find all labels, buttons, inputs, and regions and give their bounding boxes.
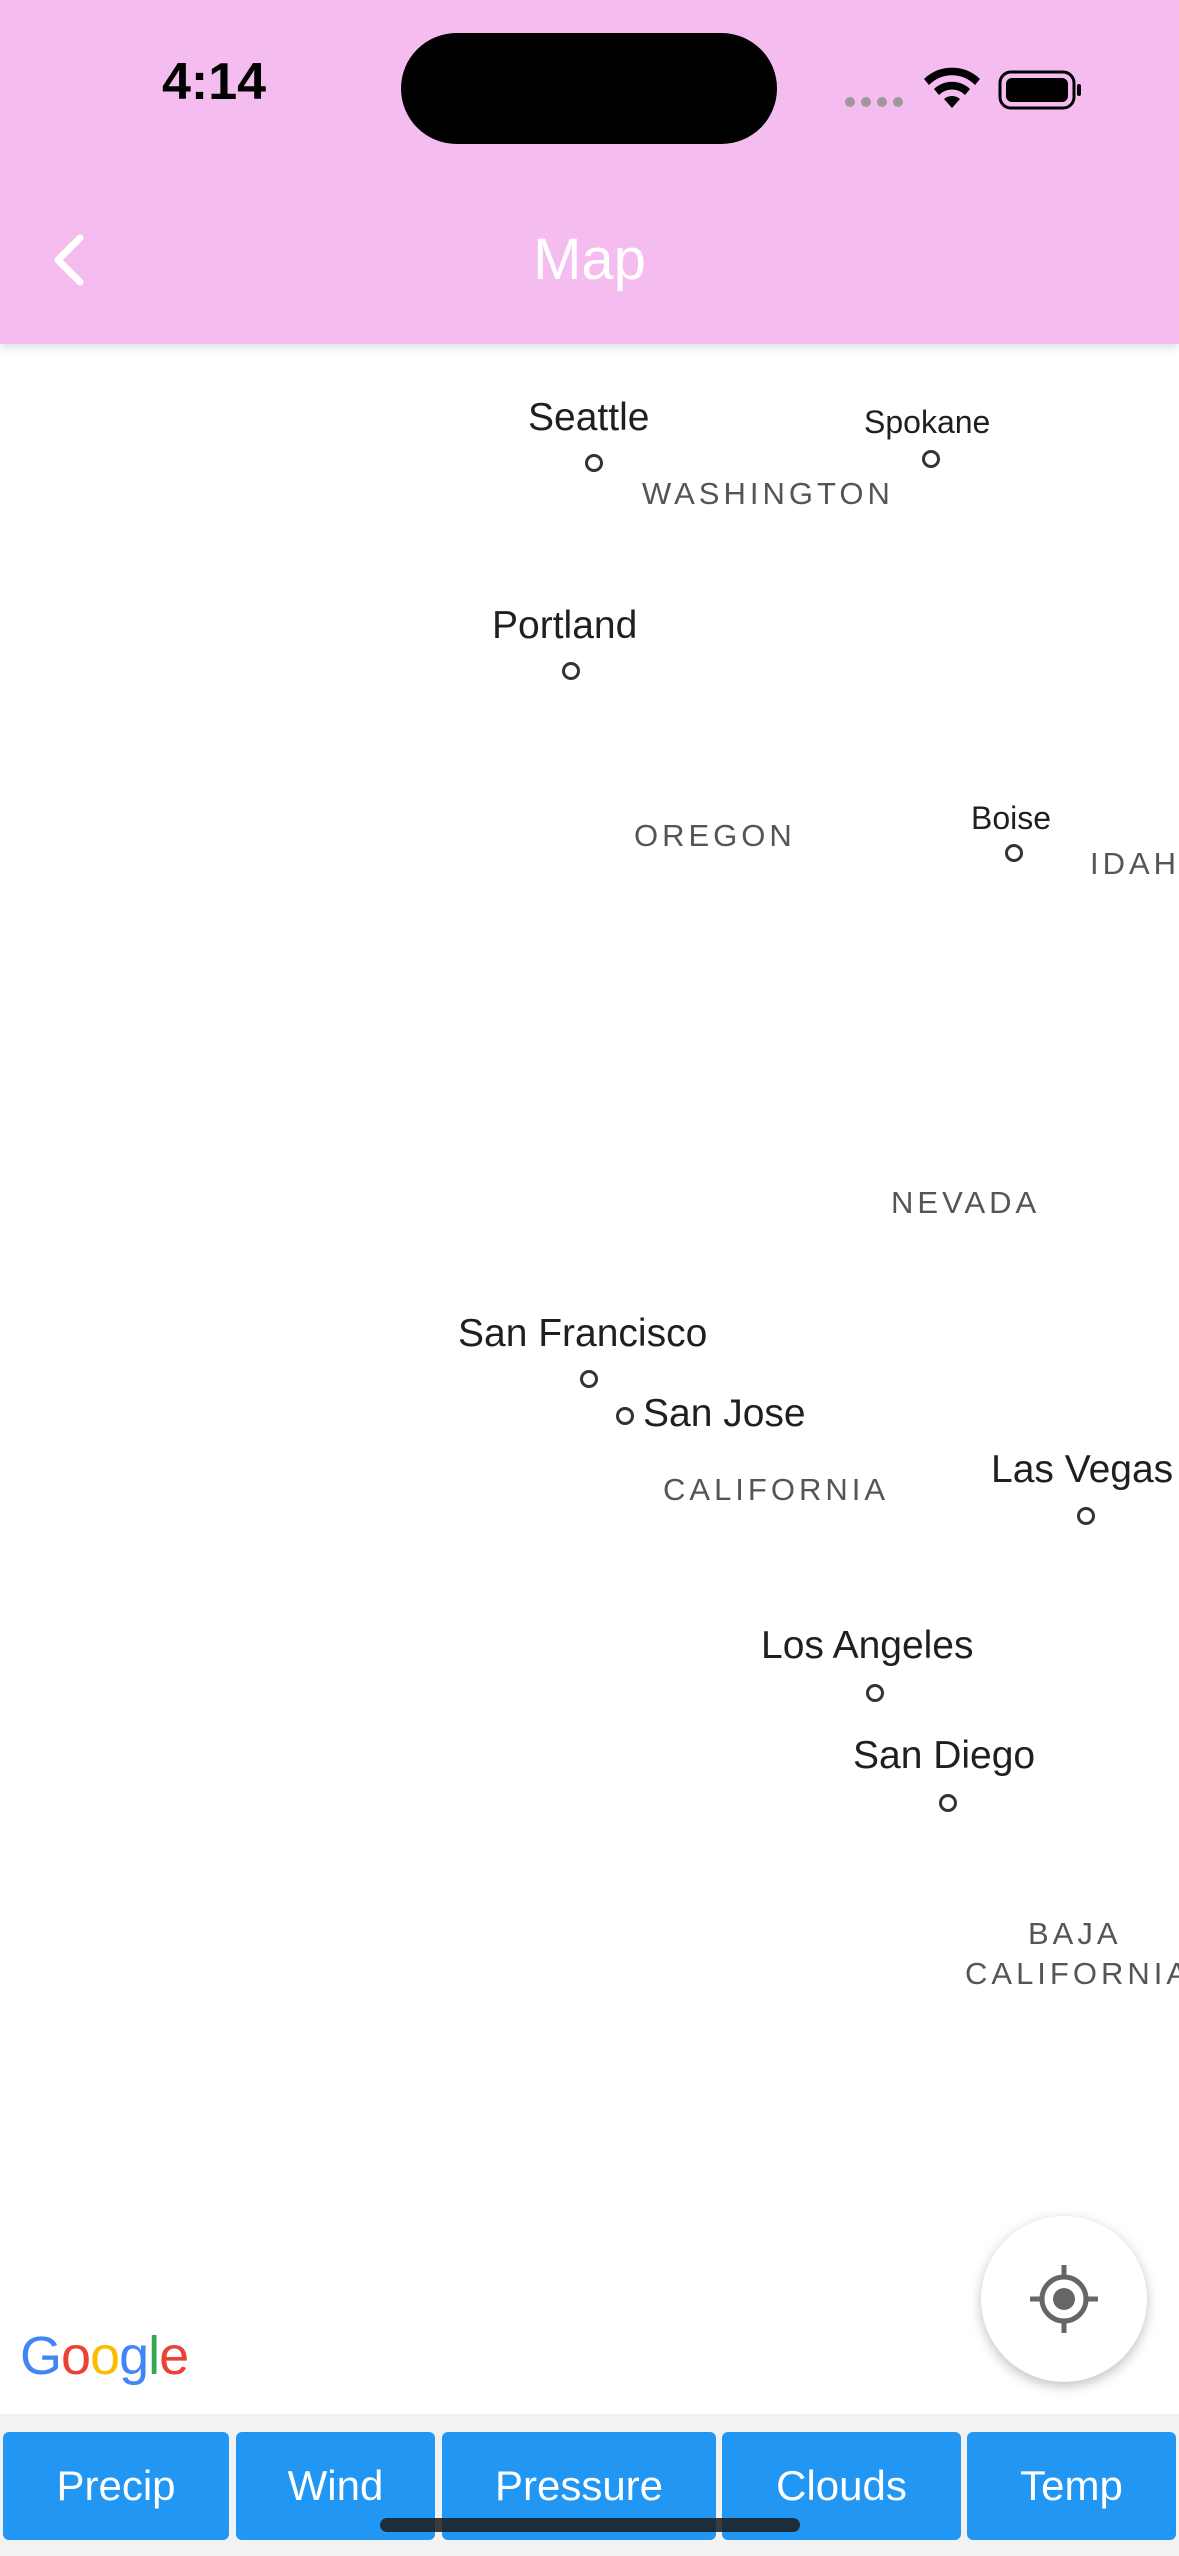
battery-icon	[998, 70, 1081, 110]
city-marker-portland	[562, 662, 580, 680]
city-label-boise: Boise	[971, 800, 1052, 836]
state-label-nevada: NEVADA	[891, 1185, 1041, 1220]
city-label-spokane: Spokane	[864, 404, 991, 440]
home-indicator	[380, 2518, 800, 2532]
city-label-san-diego: San Diego	[853, 1734, 1036, 1777]
city-marker-las-vegas	[1077, 1507, 1095, 1525]
map-view[interactable]: Seattle Spokane WASHINGTON Portland OREG…	[0, 344, 1179, 2414]
city-marker-seattle	[585, 454, 603, 472]
state-label-oregon: OREGON	[634, 818, 796, 853]
wifi-icon	[924, 67, 980, 108]
city-label-portland: Portland	[492, 604, 638, 647]
precip-button[interactable]: Precip	[3, 2432, 229, 2540]
layer-toolbar: Precip Wind Pressure Clouds Temp	[0, 2414, 1179, 2556]
page-title: Map	[533, 227, 646, 292]
city-label-los-angeles: Los Angeles	[761, 1624, 974, 1667]
state-label-washington: WASHINGTON	[642, 476, 894, 511]
app-header: 4:14 Map	[0, 0, 1179, 344]
city-label-san-jose: San Jose	[643, 1392, 806, 1435]
dynamic-island	[401, 33, 777, 144]
signal-icon	[845, 97, 903, 107]
temp-button[interactable]: Temp	[967, 2432, 1176, 2540]
state-label-baja-california: CALIFORNIA	[965, 1956, 1179, 1991]
google-logo: Google	[20, 2326, 189, 2386]
city-label-seattle: Seattle	[528, 396, 650, 439]
state-label-idaho: IDAH	[1090, 846, 1179, 881]
status-time: 4:14	[162, 53, 267, 111]
state-label-baja: BAJA	[1028, 1916, 1122, 1951]
city-marker-spokane	[922, 450, 940, 468]
crosshair-icon	[1030, 2265, 1098, 2333]
city-label-las-vegas: Las Vegas	[991, 1448, 1174, 1491]
state-label-california: CALIFORNIA	[663, 1472, 890, 1507]
city-marker-los-angeles	[866, 1684, 884, 1702]
city-marker-san-jose	[616, 1407, 634, 1425]
status-icons	[842, 60, 1082, 121]
city-label-san-francisco: San Francisco	[458, 1312, 708, 1355]
my-location-button[interactable]	[981, 2216, 1147, 2382]
city-marker-boise	[1005, 844, 1023, 862]
city-marker-san-diego	[939, 1794, 957, 1812]
city-marker-san-francisco	[580, 1370, 598, 1388]
